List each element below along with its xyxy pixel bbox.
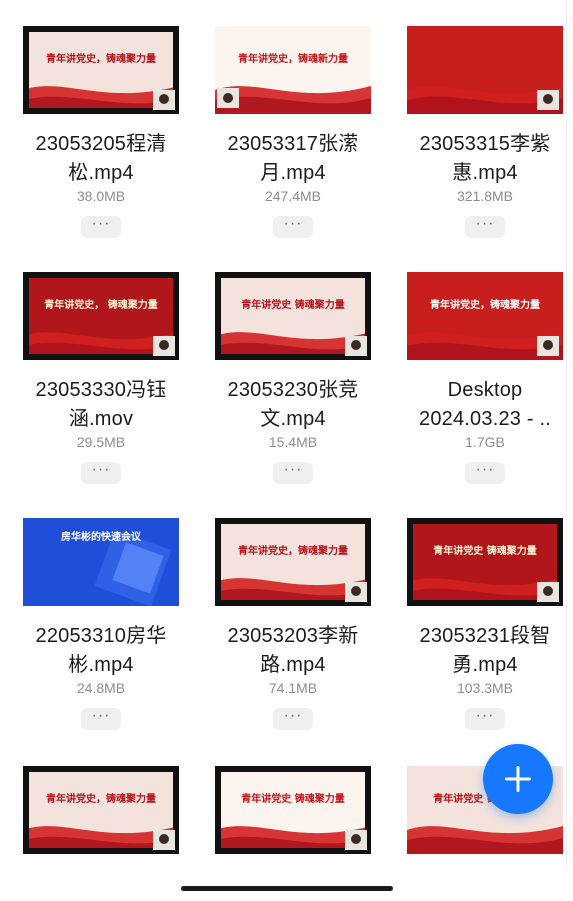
file-name[interactable]: Desktop 2024.03.23 - .. (399, 376, 571, 434)
file-size: 24.8MB (76, 680, 126, 696)
more-options-button[interactable]: ··· (273, 708, 313, 730)
file-name[interactable]: 23053317张潆 月.mp4 (207, 130, 379, 188)
file-name-line1: 23053205程清 (35, 133, 167, 155)
more-options-button[interactable]: ··· (273, 216, 313, 238)
file-name-line1: 23053330冯钰 (35, 379, 167, 401)
more-options-button[interactable]: ··· (465, 708, 505, 730)
file-name[interactable]: 22053310房华 彬.mp4 (15, 622, 187, 680)
thumbnail-title: 青年讲党史，铸魂聚力量 (46, 792, 156, 805)
thumbnail-title: 青年讲党史，铸魂聚力量 (238, 544, 348, 557)
file-browser-screen: 青年讲党史，铸魂聚力量 23053205程清 松.mp4 38.0MB ··· 青年讲党史… (0, 0, 573, 901)
file-name-line1: 23053203李新 (227, 625, 359, 647)
video-thumbnail[interactable]: 青年讲党史，铸魂聚力量 (23, 766, 179, 854)
file-name[interactable]: 23053205程清 松.mp4 (15, 130, 187, 188)
thumbnail-title: 青年讲党史， 铸魂聚力量 (44, 298, 157, 311)
video-thumbnail[interactable] (407, 26, 563, 114)
file-name-line1: 23053231段智 (419, 625, 551, 647)
thumbnail-title: 青年讲党史，铸魂聚力量 (430, 298, 540, 311)
file-name[interactable]: 23053330冯钰 涵.mov (15, 376, 187, 434)
thumbnail-title: 青年讲党史 铸魂聚力量 (241, 792, 344, 805)
plus-icon (505, 766, 531, 792)
video-thumbnail[interactable]: 青年讲党史，铸魂聚力量 (23, 26, 179, 114)
file-name[interactable]: 23053230张竞 文.mp4 (207, 376, 379, 434)
file-size: 247.4MB (264, 188, 322, 204)
file-size: 1.7GB (465, 434, 505, 450)
video-thumbnail[interactable]: 青年讲党史，铸魂新力量 (215, 26, 371, 114)
thumbnail-title: 青年讲党史，铸魂新力量 (238, 52, 348, 65)
file-name[interactable]: 23053231段智 勇.mp4 (399, 622, 571, 680)
file-name-line1: 23053230张竞 (227, 379, 359, 401)
file-name-line1: 23053315李紫 (419, 133, 551, 155)
file-name-line2: 月.mp4 (260, 162, 326, 184)
file-name-line2: 惠.mp4 (452, 162, 518, 184)
more-options-button[interactable]: ··· (81, 708, 121, 730)
file-name-line2: 文.mp4 (260, 408, 326, 430)
file-name-line1: 23053317张潆 (227, 133, 359, 155)
file-name-line2: 路.mp4 (260, 654, 326, 676)
file-name[interactable]: 23053203李新 路.mp4 (207, 622, 379, 680)
file-name-line1: 22053310房华 (35, 625, 167, 647)
thumbnail-title: 青年讲党史，铸魂聚力量 (46, 52, 156, 65)
thumbnail-title: 青年讲党史 铸魂聚力量 (241, 298, 344, 311)
more-options-button[interactable]: ··· (465, 462, 505, 484)
video-thumbnail[interactable]: 青年讲党史 铸魂聚力量 (215, 272, 371, 360)
file-name[interactable]: 23053315李紫 惠.mp4 (399, 130, 571, 188)
video-thumbnail[interactable]: 青年讲党史，铸魂聚力量 (215, 518, 371, 606)
home-indicator[interactable] (181, 886, 393, 891)
file-name-line2: 2024.03.23 - .. (419, 408, 551, 430)
file-size: 29.5MB (76, 434, 126, 450)
thumbnail-title: 房华彬的快速会议 (61, 530, 142, 543)
file-size: 321.8MB (456, 188, 514, 204)
file-name-line2: 松.mp4 (68, 162, 134, 184)
more-options-button[interactable]: ··· (465, 216, 505, 238)
file-size: 103.3MB (456, 680, 514, 696)
video-thumbnail[interactable]: 青年讲党史， 铸魂聚力量 (23, 272, 179, 360)
file-name-line2: 彬.mp4 (68, 654, 134, 676)
file-name-line2: 涵.mov (68, 408, 134, 430)
video-thumbnail[interactable]: 房华彬的快速会议 (23, 518, 179, 606)
video-thumbnail[interactable]: 青年讲党史 铸魂聚力量 (215, 766, 371, 854)
more-options-button[interactable]: ··· (81, 462, 121, 484)
video-thumbnail[interactable]: 青年讲党史，铸魂聚力量 (407, 272, 563, 360)
more-options-button[interactable]: ··· (81, 216, 121, 238)
file-name-line1: Desktop (447, 379, 523, 401)
add-fab-button[interactable] (483, 744, 553, 814)
thumbnail-title: 青年讲党史 铸魂聚力量 (433, 544, 536, 557)
file-size: 74.1MB (268, 680, 318, 696)
file-name-line2: 勇.mp4 (452, 654, 518, 676)
video-thumbnail[interactable]: 青年讲党史 铸魂聚力量 (407, 518, 563, 606)
bottom-area (0, 868, 573, 901)
file-size: 38.0MB (76, 188, 126, 204)
file-size: 15.4MB (268, 434, 318, 450)
more-options-button[interactable]: ··· (273, 462, 313, 484)
